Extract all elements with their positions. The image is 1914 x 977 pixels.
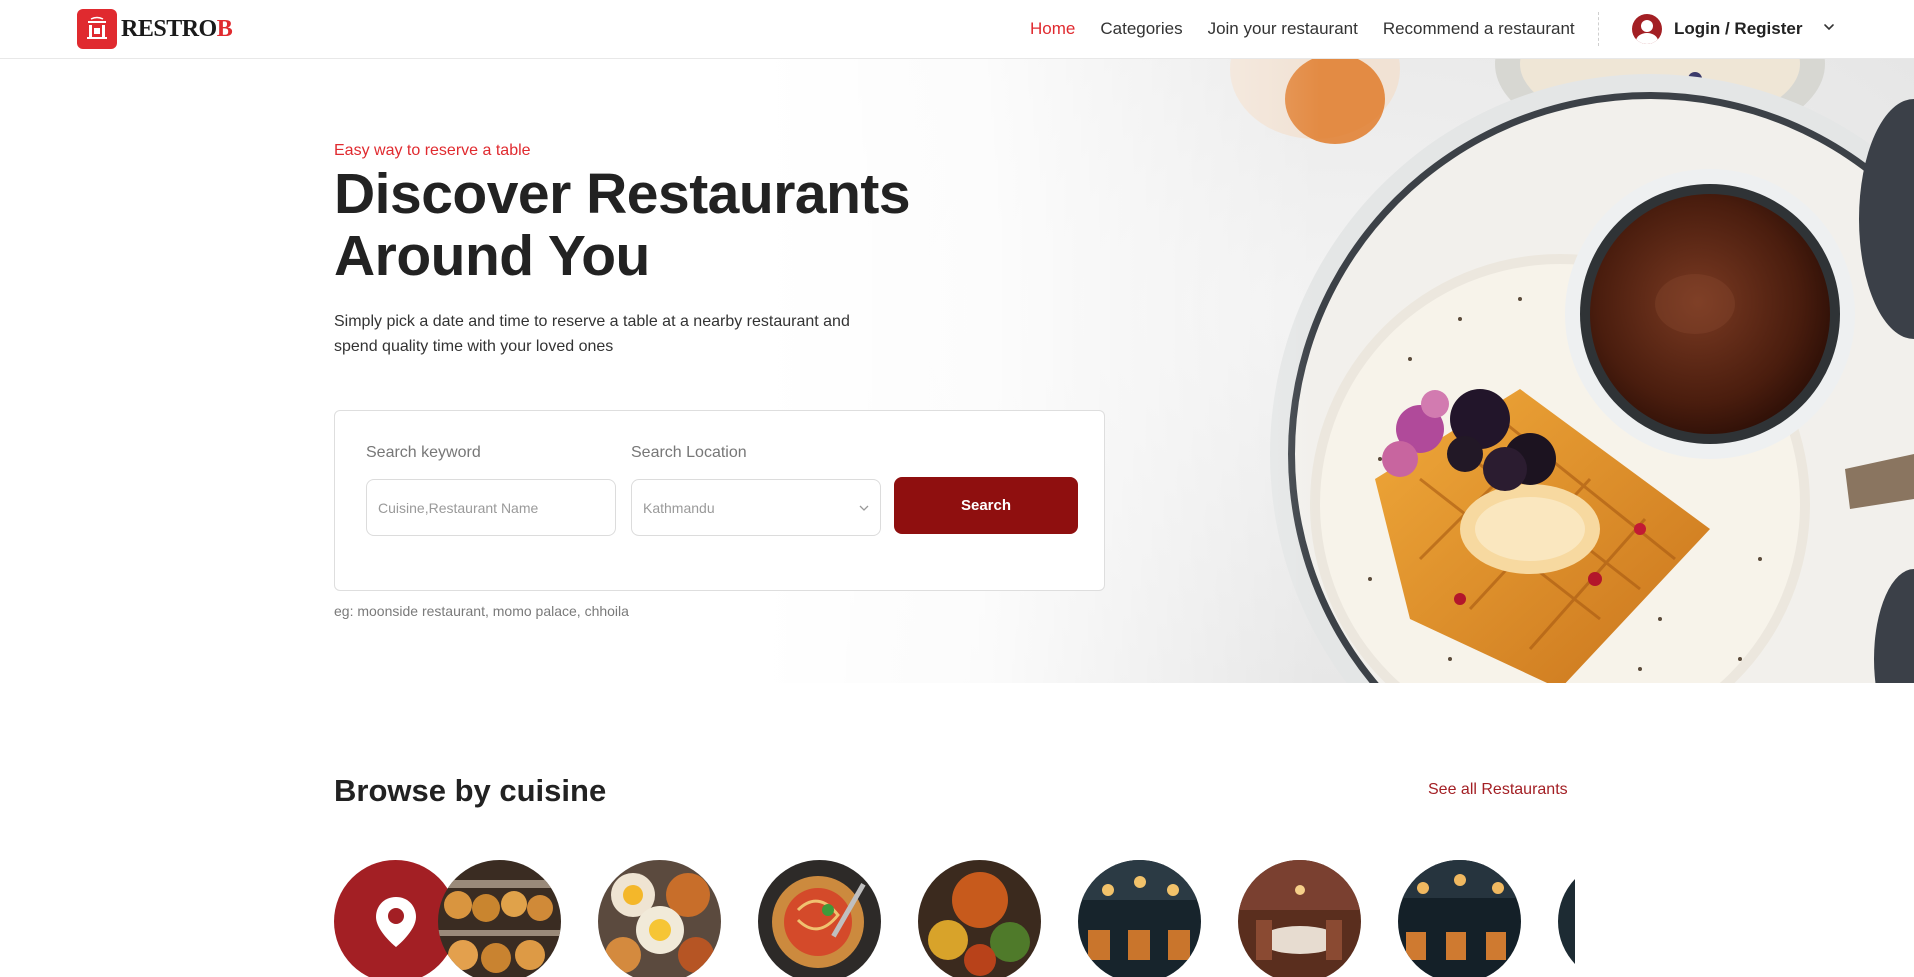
cuisine-carousel <box>334 860 1575 977</box>
see-all-restaurants-link[interactable]: See all Restaurants <box>1428 781 1568 799</box>
hero-eyebrow: Easy way to reserve a table <box>334 142 531 159</box>
location-label: Search Location <box>631 444 747 461</box>
user-avatar-icon <box>1632 14 1662 44</box>
brand-name: RESTROB <box>121 15 233 42</box>
nav-join-restaurant[interactable]: Join your restaurant <box>1208 19 1358 39</box>
chevron-down-icon <box>859 505 869 511</box>
nav-divider <box>1598 12 1599 46</box>
cuisine-item-breakfast-platter[interactable] <box>598 860 721 977</box>
search-card: Search keyword Search Location Kathmandu… <box>334 410 1105 591</box>
cuisine-item-bakery[interactable] <box>438 860 561 977</box>
login-register-label: Login / Register <box>1674 19 1803 38</box>
cuisine-item-restaurant-bar[interactable] <box>1398 860 1521 977</box>
location-select[interactable]: Kathmandu <box>631 479 881 536</box>
keyword-label: Search keyword <box>366 444 481 461</box>
login-register-button[interactable]: Login / Register <box>1632 12 1802 46</box>
hero-section: Easy way to reserve a table Discover Res… <box>0 59 1914 683</box>
location-select-value: Kathmandu <box>643 499 715 516</box>
chevron-down-icon[interactable] <box>1822 20 1836 34</box>
cuisine-item-dining-room[interactable] <box>1238 860 1361 977</box>
hero-subtitle: Simply pick a date and time to reserve a… <box>334 313 850 355</box>
browse-title: Browse by cuisine <box>334 773 607 808</box>
cuisine-item-indian-curries[interactable] <box>918 860 1041 977</box>
cuisine-item-spaghetti[interactable] <box>758 860 881 977</box>
cuisine-item-restaurant-interior[interactable] <box>1078 860 1201 977</box>
restaurant-logo-icon <box>77 9 117 49</box>
nav-recommend-restaurant[interactable]: Recommend a restaurant <box>1383 19 1575 39</box>
cuisine-item-cafe[interactable] <box>1558 860 1575 977</box>
main-nav: Home Categories Join your restaurant Rec… <box>1030 0 1600 58</box>
nav-categories[interactable]: Categories <box>1100 19 1182 39</box>
search-button[interactable]: Search <box>894 477 1078 534</box>
hero-title: Discover Restaurants Around You <box>334 162 911 288</box>
nav-home[interactable]: Home <box>1030 19 1075 39</box>
brand-logo[interactable]: RESTROB <box>77 9 233 49</box>
navbar: RESTROB Home Categories Join your restau… <box>0 0 1914 59</box>
keyword-input[interactable] <box>366 479 616 536</box>
map-pin-icon <box>375 896 416 947</box>
search-hint: eg: moonside restaurant, momo palace, ch… <box>334 603 629 619</box>
